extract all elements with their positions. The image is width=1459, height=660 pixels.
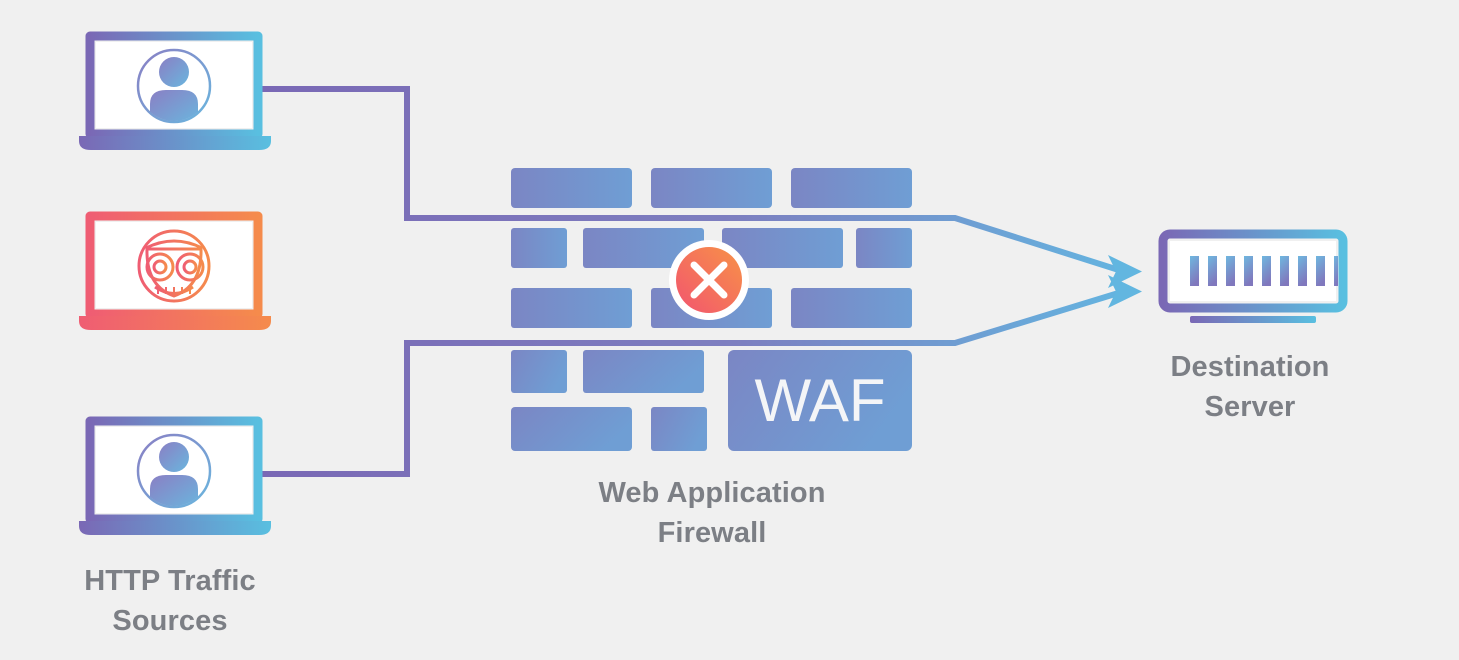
label-destination-server: Destination Server bbox=[1170, 351, 1330, 423]
diagram-canvas: WAF HTTP Traffic Sources Web Application… bbox=[0, 0, 1459, 660]
server-base-bar bbox=[1190, 316, 1316, 323]
wall-brick bbox=[511, 407, 632, 451]
wall-brick bbox=[511, 288, 632, 328]
laptop-user-icon-bottom[interactable] bbox=[79, 416, 271, 535]
server-rack-icon[interactable] bbox=[1158, 229, 1348, 323]
robot-face-icon bbox=[137, 229, 211, 303]
waf-brick-label: WAF bbox=[754, 367, 885, 434]
laptop-bot-icon[interactable] bbox=[79, 211, 271, 330]
wall-brick bbox=[511, 168, 632, 208]
wall-brick bbox=[651, 168, 772, 208]
arrowhead-bottom bbox=[1108, 275, 1142, 308]
wall-brick bbox=[791, 288, 912, 328]
laptop-user-icon-top[interactable] bbox=[79, 31, 271, 150]
wall-brick bbox=[511, 228, 567, 268]
wall-brick bbox=[651, 407, 707, 451]
wall-brick bbox=[791, 168, 912, 208]
wall-brick bbox=[511, 350, 567, 393]
label-web-application-firewall: Web Application Firewall bbox=[598, 477, 826, 549]
wall-brick bbox=[583, 350, 704, 393]
wall-brick bbox=[856, 228, 912, 268]
label-http-traffic-sources: HTTP Traffic Sources bbox=[84, 565, 256, 637]
x-circle-icon[interactable] bbox=[669, 240, 749, 320]
